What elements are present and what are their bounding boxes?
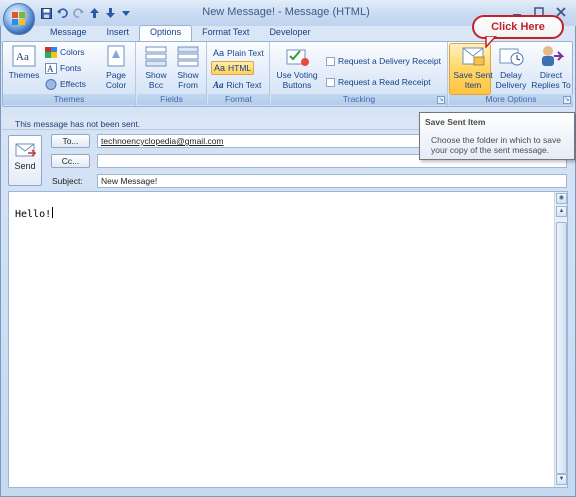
dialog-launcher-icon[interactable]: ↘ xyxy=(437,96,445,104)
quick-access-toolbar xyxy=(40,6,132,20)
up-arrow-icon[interactable] xyxy=(88,7,100,19)
customize-icon[interactable] xyxy=(120,7,132,19)
delay-delivery-icon xyxy=(498,44,524,68)
colors-button[interactable]: Colors xyxy=(45,45,85,59)
format-group-label: Format xyxy=(208,94,269,105)
to-button[interactable]: To... xyxy=(51,134,90,148)
to-field[interactable]: technoencyclopedia@gmail.com xyxy=(97,134,423,148)
show-bcc-icon xyxy=(143,44,169,68)
rich-text-button[interactable]: Aa Rich Text xyxy=(213,78,261,92)
format-group: Aa Plain Text Aa HTML Aa Rich Text Forma… xyxy=(208,42,270,106)
more-options-group: Save Sent Item Delay Delivery Direct Rep… xyxy=(449,42,573,106)
body-text-content: Hello! xyxy=(15,209,52,220)
rich-text-icon: Aa xyxy=(213,80,224,90)
subject-label: Subject: xyxy=(52,176,83,186)
fields-group-label: Fields xyxy=(137,94,206,105)
svg-text:A: A xyxy=(47,64,54,74)
save-sent-item-icon xyxy=(460,44,486,68)
html-icon: Aa xyxy=(214,63,226,73)
ribbon-tabs: Message Insert Options Format Text Devel… xyxy=(40,25,320,41)
checkbox-icon xyxy=(326,56,335,66)
tab-developer[interactable]: Developer xyxy=(259,25,320,41)
delay-delivery-button[interactable]: Delay Delivery xyxy=(493,44,529,90)
scroll-up-icon[interactable]: ▲ xyxy=(556,206,567,217)
effects-icon xyxy=(45,78,57,90)
tab-format-text[interactable]: Format Text xyxy=(192,25,259,41)
direct-replies-to-button[interactable]: Direct Replies To xyxy=(531,44,571,90)
send-button[interactable]: Send xyxy=(8,135,42,186)
delivery-receipt-checkbox[interactable]: Request a Delivery Receipt xyxy=(326,54,441,68)
office-logo-icon xyxy=(12,12,26,26)
save-icon[interactable] xyxy=(40,7,52,19)
text-caret xyxy=(52,207,54,218)
svg-text:Aa: Aa xyxy=(16,51,29,63)
office-button[interactable] xyxy=(3,3,35,35)
cc-button[interactable]: Cc... xyxy=(51,154,90,168)
read-receipt-checkbox[interactable]: Request a Read Receipt xyxy=(326,75,431,89)
show-from-button[interactable]: Show From xyxy=(173,44,203,90)
tracking-group-label: Tracking xyxy=(271,94,447,105)
use-voting-buttons-button[interactable]: Use Voting Buttons xyxy=(274,44,320,90)
themes-button[interactable]: Aa Themes xyxy=(6,44,42,80)
fonts-button[interactable]: A Fonts xyxy=(45,61,81,75)
undo-icon[interactable] xyxy=(56,7,68,19)
fields-group: Show Bcc Show From Fields xyxy=(137,42,207,106)
themes-group-label: Themes xyxy=(3,94,135,105)
fonts-icon: A xyxy=(45,62,57,74)
tracking-group: Use Voting Buttons Request a Delivery Re… xyxy=(271,42,448,106)
window-title: New Message! - Message (HTML) xyxy=(202,6,370,18)
effects-button[interactable]: Effects xyxy=(45,77,86,91)
page-color-icon xyxy=(103,44,129,68)
tooltip-body: Choose the folder in which to save your … xyxy=(431,135,561,155)
tab-options[interactable]: Options xyxy=(139,25,193,41)
themes-group: Aa Themes Colors A Fonts Effects Page Co… xyxy=(3,42,136,106)
save-sent-item-tooltip: Save Sent Item Choose the folder in whic… xyxy=(419,112,575,160)
subject-field[interactable]: New Message! xyxy=(97,174,567,188)
more-options-group-label: More Options xyxy=(449,94,573,105)
themes-icon: Aa xyxy=(11,44,37,68)
send-mail-icon xyxy=(14,141,37,159)
ribbon: Aa Themes Colors A Fonts Effects Page Co… xyxy=(2,41,573,107)
tab-message[interactable]: Message xyxy=(40,25,97,41)
vertical-scrollbar[interactable]: ◉ ▲ ▼ xyxy=(554,192,567,487)
scroll-thumb[interactable] xyxy=(556,222,567,474)
tab-insert[interactable]: Insert xyxy=(97,25,140,41)
checkbox-icon xyxy=(326,77,335,87)
tooltip-title: Save Sent Item xyxy=(425,117,486,127)
redo-icon[interactable] xyxy=(72,7,84,19)
save-sent-item-button[interactable]: Save Sent Item xyxy=(452,44,494,90)
html-button[interactable]: Aa HTML xyxy=(211,61,255,75)
page-color-button[interactable]: Page Color xyxy=(101,44,131,90)
scroll-down-icon[interactable]: ▼ xyxy=(556,474,567,485)
plain-text-button[interactable]: Aa Plain Text xyxy=(213,46,264,60)
voting-icon xyxy=(284,44,310,68)
message-body[interactable] xyxy=(8,191,568,488)
body-text: Hello! xyxy=(15,207,54,220)
show-bcc-button[interactable]: Show Bcc xyxy=(141,44,171,90)
plain-text-icon: Aa xyxy=(213,48,225,58)
dialog-launcher-icon[interactable]: ↘ xyxy=(563,96,571,104)
colors-icon xyxy=(45,46,57,58)
show-from-icon xyxy=(175,44,201,68)
ruler-toggle-icon[interactable]: ◉ xyxy=(556,193,567,204)
down-arrow-icon[interactable] xyxy=(104,7,116,19)
direct-replies-icon xyxy=(538,44,565,68)
